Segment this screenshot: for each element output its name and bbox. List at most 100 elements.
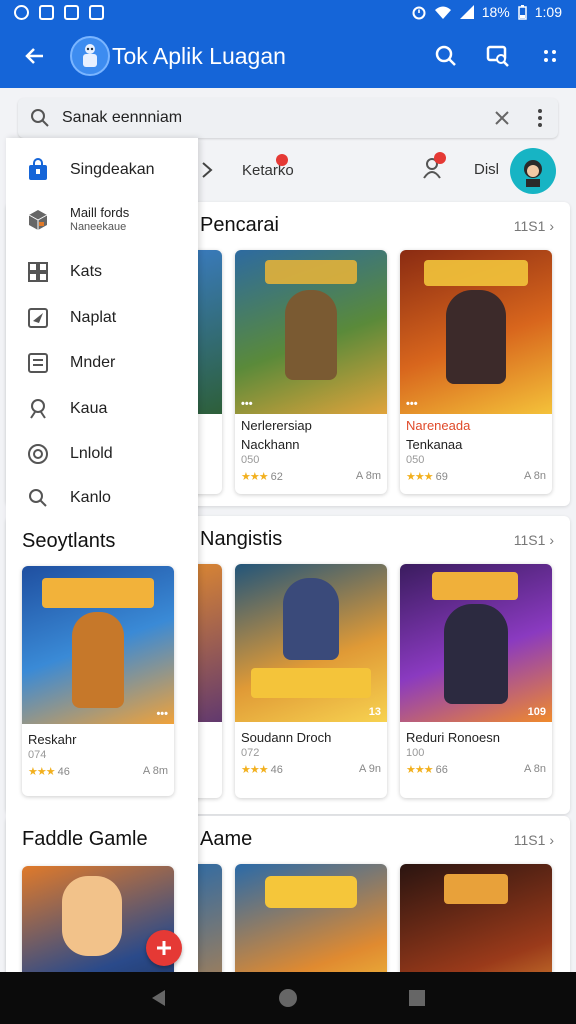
drawer-item-sublabel: Naneekaue bbox=[70, 221, 127, 233]
d-label[interactable]: Disl bbox=[474, 161, 499, 178]
game-card[interactable]: ••• Reskahr 074 ★★★ 46 A 8m bbox=[22, 566, 174, 796]
search-more-button[interactable] bbox=[522, 108, 558, 128]
signal-icon bbox=[459, 5, 474, 19]
person-icon bbox=[30, 399, 46, 419]
home-circle-icon[interactable] bbox=[278, 988, 298, 1008]
section-more-link[interactable]: 11S1 › bbox=[514, 532, 554, 548]
wifi-icon bbox=[434, 6, 451, 19]
game-card[interactable]: ••• Nerlerersiap Nackhann 050 ★★★ 62 A 8m bbox=[235, 250, 387, 494]
game-thumbnail: ••• bbox=[235, 250, 387, 414]
tag-icon bbox=[28, 308, 48, 328]
drawer-section-title: Faddle Gamle bbox=[22, 828, 148, 850]
drawer-item-lnlold[interactable]: Lnlold bbox=[6, 434, 198, 474]
drawer-item-label: Naplat bbox=[70, 309, 117, 326]
main-content: Ketarko Disl Pencarai 11S1 › 760 ★★ ••• … bbox=[0, 88, 576, 972]
game-thumbnail bbox=[400, 864, 552, 972]
clock: 1:09 bbox=[534, 4, 562, 20]
battery-percent: 18% bbox=[481, 4, 510, 20]
game-card[interactable] bbox=[235, 864, 387, 972]
section-more-link[interactable]: 11S1 › bbox=[514, 832, 554, 848]
filter-bar: Ketarko Disl bbox=[196, 146, 576, 194]
section-title: Nangistis bbox=[200, 528, 283, 550]
notification-icon bbox=[89, 4, 104, 20]
card-rating: 66 bbox=[435, 764, 448, 776]
card-title: Reduri Ronoesn bbox=[406, 730, 500, 745]
game-thumbnail: 13 bbox=[235, 564, 387, 722]
game-card[interactable] bbox=[400, 864, 552, 972]
card-title: Soudann Droch bbox=[241, 730, 332, 745]
shopping-bag-icon bbox=[29, 158, 47, 180]
drawer-item-singdeakan[interactable]: Singdeakan bbox=[6, 150, 198, 190]
app-bar: Tok Aplik Luagan bbox=[0, 24, 576, 88]
drawer-item-maill-fords[interactable]: Maill fords Naneekaue bbox=[6, 200, 198, 240]
search-icon bbox=[29, 489, 47, 507]
thumb-caption: 109 bbox=[527, 706, 546, 718]
chevron-icon[interactable] bbox=[196, 161, 220, 179]
drawer-item-kats[interactable]: Kats bbox=[6, 252, 198, 292]
drawer-item-naplat[interactable]: Naplat bbox=[6, 298, 198, 338]
recents-square-icon[interactable] bbox=[408, 989, 426, 1007]
search-bar[interactable]: Sanak eennniam bbox=[18, 98, 558, 138]
search-button[interactable] bbox=[420, 24, 472, 88]
game-thumbnail: ••• bbox=[22, 566, 174, 724]
game-thumbnail bbox=[235, 864, 387, 972]
back-button[interactable] bbox=[0, 24, 70, 88]
notification-icon bbox=[64, 4, 79, 20]
robot-icon bbox=[83, 44, 97, 67]
card-rating: 69 bbox=[435, 471, 448, 483]
avatar[interactable] bbox=[510, 148, 556, 194]
thumb-caption: ••• bbox=[406, 398, 418, 410]
card-sub: 050 bbox=[241, 454, 260, 466]
drawer-section-title: Seoytlants bbox=[22, 530, 116, 552]
grid-icon bbox=[28, 262, 48, 282]
plus-icon bbox=[157, 941, 171, 955]
section-title: Aame bbox=[200, 828, 253, 850]
drawer-item-kaua[interactable]: Kaua bbox=[6, 389, 198, 429]
tab-label[interactable]: Ketarko bbox=[242, 153, 294, 179]
card-title: Nerlerersiap bbox=[241, 418, 312, 433]
game-card[interactable]: 109 Reduri Ronoesn 100 ★★★ 66 A 8n bbox=[400, 564, 552, 798]
cube-icon bbox=[28, 210, 48, 230]
notification-icon bbox=[14, 4, 29, 20]
rating-stars: ★★★ bbox=[241, 471, 269, 483]
clear-search-button[interactable] bbox=[482, 110, 522, 126]
rating-stars: ★★★ bbox=[406, 471, 434, 483]
user-alert-button[interactable] bbox=[422, 152, 446, 184]
card-rating: 62 bbox=[270, 471, 283, 483]
search-icon bbox=[31, 109, 49, 127]
rating-stars: ★★★ bbox=[28, 766, 56, 778]
arrow-back-icon bbox=[25, 48, 43, 64]
card-rating: 46 bbox=[270, 764, 283, 776]
grid-dots-icon bbox=[544, 50, 556, 62]
card-rating: 46 bbox=[57, 766, 70, 778]
target-icon bbox=[28, 444, 48, 464]
list-icon bbox=[28, 353, 48, 373]
drawer-item-kanlo[interactable]: Kanlo bbox=[6, 478, 198, 518]
section-more-link[interactable]: 11S1 › bbox=[514, 218, 554, 234]
add-button[interactable] bbox=[146, 930, 182, 966]
more-vert-icon bbox=[538, 109, 542, 127]
notification-icon bbox=[39, 4, 54, 20]
more-button[interactable] bbox=[524, 24, 576, 88]
game-thumbnail: 109 bbox=[400, 564, 552, 722]
search-input[interactable]: Sanak eennniam bbox=[62, 109, 482, 127]
drawer-item-mnder[interactable]: Mnder bbox=[6, 343, 198, 383]
drawer-item-label: Kanlo bbox=[70, 489, 111, 506]
game-card[interactable]: ••• Nareneada Tenkanaa 050 ★★★ 69 A 8n bbox=[400, 250, 552, 494]
chat-button[interactable] bbox=[472, 24, 524, 88]
drawer-item-label: Mnder bbox=[70, 354, 116, 371]
drawer-item-label: Lnlold bbox=[70, 445, 113, 462]
search-icon bbox=[435, 45, 456, 66]
close-icon bbox=[495, 111, 509, 125]
status-bar: 18% 1:09 bbox=[0, 0, 576, 24]
drawer-item-label: Kats bbox=[70, 263, 103, 280]
card-size: A 8m bbox=[355, 470, 381, 482]
game-card[interactable]: 13 Soudann Droch 072 ★★★ 46 A 9n bbox=[235, 564, 387, 798]
back-triangle-icon[interactable] bbox=[150, 989, 168, 1007]
app-logo bbox=[70, 36, 110, 76]
system-navigation-bar bbox=[0, 972, 576, 1024]
alarm-icon bbox=[412, 6, 426, 20]
game-thumbnail: ••• bbox=[400, 250, 552, 414]
app-title: Tok Aplik Luagan bbox=[112, 42, 286, 69]
notification-badge bbox=[434, 152, 446, 164]
